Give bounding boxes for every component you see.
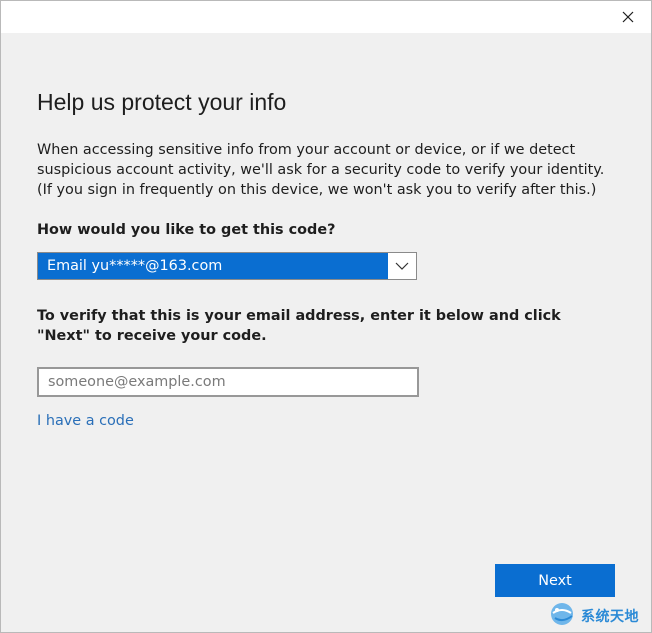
- dialog-content: Help us protect your info When accessing…: [37, 87, 617, 431]
- verification-method-select[interactable]: Email yu*****@163.com: [37, 252, 417, 280]
- site-watermark: 系统天地: [547, 601, 651, 631]
- description-text: When accessing sensitive info from your …: [37, 142, 605, 198]
- email-input[interactable]: [37, 367, 419, 397]
- selected-method-text: Email yu*****@163.com: [47, 258, 223, 274]
- have-code-link[interactable]: I have a code: [37, 411, 134, 431]
- dialog-window: Help us protect your info When accessing…: [0, 0, 652, 633]
- verify-instruction-label: To verify that this is your email addres…: [37, 308, 561, 344]
- chevron-down-icon: [388, 253, 416, 279]
- title-bar: [1, 1, 651, 33]
- close-icon: [622, 8, 634, 27]
- method-question-label: How would you like to get this code?: [37, 222, 336, 238]
- next-button[interactable]: Next: [495, 564, 615, 597]
- globe-logo-icon: [547, 599, 577, 632]
- page-title: Help us protect your info: [37, 89, 287, 115]
- close-button[interactable]: [605, 1, 651, 33]
- watermark-text: 系统天地: [581, 609, 639, 625]
